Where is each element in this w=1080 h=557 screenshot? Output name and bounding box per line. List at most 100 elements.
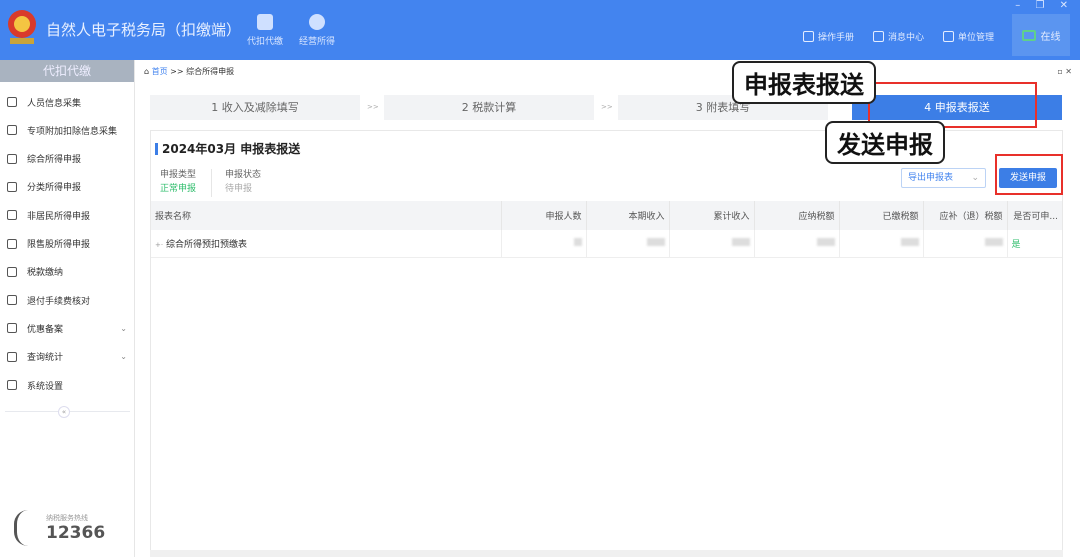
sidebar-item[interactable]: 优惠备案 ⌄ [0, 317, 135, 339]
type-label: 申报类型 [160, 170, 197, 180]
bar-chart-icon [7, 238, 17, 249]
sidebar-item-label: 系统设置 [27, 381, 64, 392]
sidebar-item[interactable]: 税款缴纳 [0, 261, 135, 283]
app-header: 自然人电子税务局（扣缴端） 代扣代缴 经营所得 操作手册 消息中心 单位管理 在… [0, 0, 1080, 60]
step-2[interactable]: 2 税款计算 [384, 95, 594, 120]
col-header[interactable]: 累计收入 [669, 201, 755, 230]
chevron-down-icon: ⌄ [971, 173, 979, 183]
nav-withholding[interactable]: 代扣代缴 [240, 14, 290, 47]
chevron-down-icon: ⌄ [120, 352, 127, 362]
col-header[interactable]: 本期收入 [586, 201, 670, 230]
panel-title: 2024年03月 申报表报送 [155, 143, 300, 155]
wallet-icon [257, 14, 273, 30]
report-table: 报表名称 申报人数 本期收入 累计收入 应纳税额 已缴税额 应补（退）税额 是否… [151, 201, 1062, 258]
sidebar-item-label: 综合所得申报 [27, 155, 82, 166]
col-header[interactable]: 是否可申... [1007, 201, 1062, 230]
chevron-down-icon: ⌄ [120, 323, 127, 333]
document-icon [803, 31, 814, 42]
can-declare-value: 是 [1007, 230, 1062, 258]
list-icon [7, 125, 17, 136]
step-1[interactable]: 1 收入及减除填写 [150, 95, 360, 120]
hotline-number: 12366 [46, 523, 106, 543]
headset-icon [14, 510, 42, 546]
status-label: 在线 [1040, 31, 1061, 43]
sidebar-item[interactable]: 专项附加扣除信息采集 [0, 119, 135, 141]
callout-send-declare: 发送申报 [825, 121, 945, 164]
report-name: 综合所得预扣预缴表 [165, 239, 247, 250]
blurred-value [984, 237, 1003, 246]
table-row[interactable]: +· 综合所得预扣预缴表 是 [151, 230, 1062, 258]
sidebar-item-label: 优惠备案 [27, 324, 64, 335]
window-controls[interactable]: – ❐ ✕ [1015, 0, 1074, 11]
sidebar-item[interactable]: 人员信息采集 [0, 91, 135, 113]
coins-icon [309, 14, 325, 30]
hotline-label: 纳税服务热线 [46, 514, 88, 522]
status-value: 待申报 [225, 184, 253, 194]
highlight-send-button [995, 154, 1063, 195]
breadcrumb-home[interactable]: 首页 [152, 67, 168, 76]
sidebar-item-label: 税款缴纳 [27, 268, 64, 279]
report-panel: 2024年03月 申报表报送 申报类型 正常申报 申报状态 待申报 导出申报表 ⌄ 发… [150, 130, 1063, 552]
sidebar-item[interactable]: 综合所得申报 [0, 148, 135, 170]
hotline: 纳税服务热线 12366 [14, 510, 105, 546]
monitor-icon [1021, 29, 1036, 41]
horizontal-scrollbar[interactable] [150, 550, 1063, 557]
col-header[interactable]: 申报人数 [501, 201, 587, 230]
sidebar-item-label: 人员信息采集 [27, 98, 82, 109]
sidebar-item[interactable]: 限售股所得申报 [0, 233, 135, 255]
link-manual[interactable]: 操作手册 [803, 30, 854, 43]
user-icon [7, 210, 17, 221]
sidebar-item[interactable]: 退付手续费核对 [0, 289, 135, 311]
link-unit-management[interactable]: 单位管理 [943, 30, 994, 43]
sidebar-item-label: 退付手续费核对 [27, 296, 91, 307]
type-value: 正常申报 [160, 184, 197, 194]
expand-icon[interactable]: +· [155, 241, 163, 249]
link-messages[interactable]: 消息中心 [873, 30, 924, 43]
sidebar-item-label: 非居民所得申报 [27, 211, 91, 222]
blurred-value [900, 237, 919, 246]
link-label: 单位管理 [958, 33, 995, 43]
nav-label: 经营所得 [298, 37, 335, 47]
blurred-value [816, 237, 835, 246]
online-status[interactable]: 在线 [1012, 14, 1070, 56]
declare-type: 申报类型 正常申报 [160, 168, 196, 196]
col-header[interactable]: 已缴税额 [839, 201, 924, 230]
export-label: 导出申报表 [908, 173, 954, 183]
double-chevron-left-icon[interactable]: « [58, 406, 70, 418]
callout-report-send: 申报表报送 [732, 61, 876, 104]
panel-controls[interactable]: ▫ ✕ [1057, 67, 1072, 76]
col-header[interactable]: 报表名称 [151, 201, 502, 230]
person-icon [7, 97, 17, 107]
breadcrumb-sep: >> [170, 67, 184, 76]
declare-status: 申报状态 待申报 [225, 168, 261, 196]
col-header[interactable]: 应纳税额 [754, 201, 840, 230]
export-report-dropdown[interactable]: 导出申报表 ⌄ [901, 168, 986, 188]
pie-icon [7, 181, 17, 192]
sidebar-item[interactable]: 查询统计 ⌄ [0, 346, 135, 368]
nav-label: 代扣代缴 [246, 37, 283, 47]
building-icon [943, 31, 954, 42]
sidebar-item-label: 专项附加扣除信息采集 [27, 126, 118, 137]
gear-icon [7, 380, 17, 390]
sidebar-item[interactable]: 非居民所得申报 [0, 204, 135, 226]
sidebar-item[interactable]: 系统设置 [0, 374, 135, 396]
app-title: 自然人电子税务局（扣缴端） [46, 21, 242, 39]
breadcrumb: ⌂ 首页 >> 综合所得申报 [144, 67, 235, 76]
file-icon [7, 323, 17, 334]
folder-icon [7, 266, 17, 277]
blurred-value [646, 237, 665, 246]
sidebar-collapse[interactable]: « [5, 406, 130, 418]
sidebar-item-label: 限售股所得申报 [27, 240, 91, 250]
blurred-value [731, 237, 750, 246]
sidebar-title: 代扣代缴 [0, 60, 134, 82]
nav-business-income[interactable]: 经营所得 [292, 14, 342, 47]
tax-emblem-logo [4, 8, 40, 48]
sidebar-item[interactable]: 分类所得申报 [0, 176, 135, 198]
sidebar: 代扣代缴 人员信息采集专项附加扣除信息采集 综合所得申报 分类所得申报 非居民所得申报… [0, 60, 135, 557]
divider [211, 169, 212, 197]
col-header[interactable]: 应补（退）税额 [923, 201, 1008, 230]
status-label: 申报状态 [225, 170, 262, 180]
sidebar-item-label: 分类所得申报 [27, 183, 82, 194]
link-label: 消息中心 [888, 33, 925, 43]
blurred-value [573, 237, 582, 246]
